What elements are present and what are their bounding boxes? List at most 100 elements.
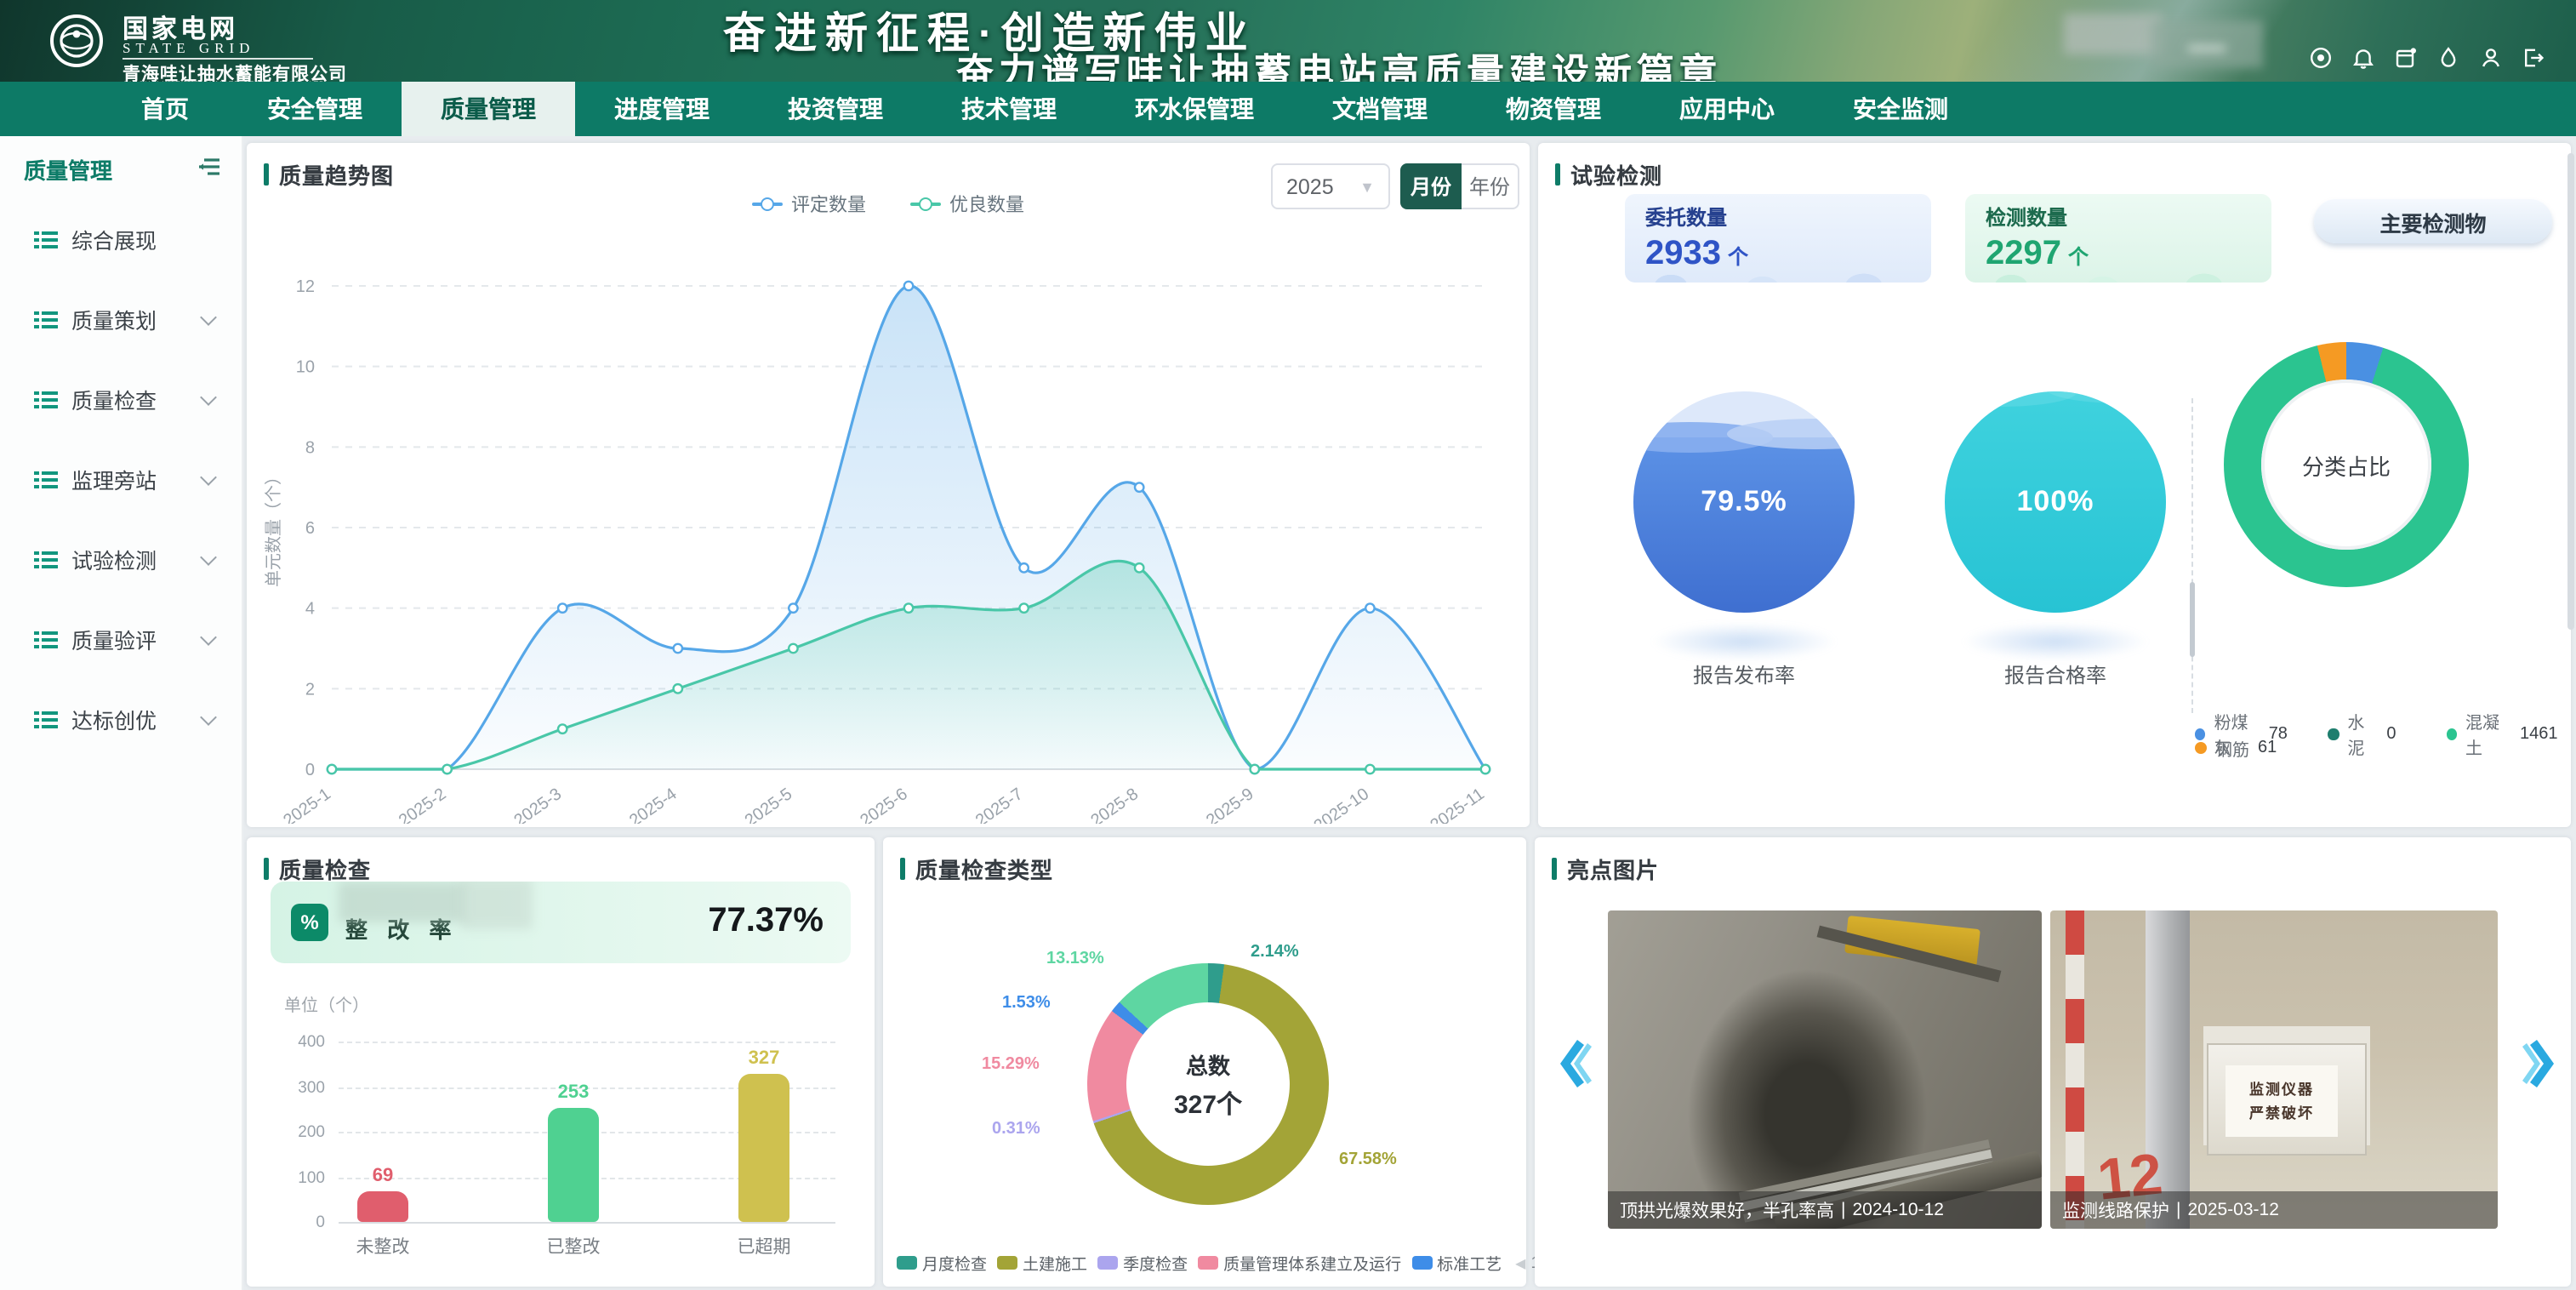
commission-count-card: 委托数量 2933个 [1625,194,1931,283]
legend-label[interactable]: 水泥 [2347,708,2378,759]
tab-progress-mgmt[interactable]: 进度管理 [575,82,749,136]
carousel-prev-button[interactable] [1555,1038,1593,1089]
highlight-photo-monitoring[interactable]: 监测仪器 严禁破坏 12 监测线路保护|2025-03-12 [2050,910,2498,1229]
main-detection-objects-button[interactable]: 主要检测物 [2314,199,2552,243]
blur-patch [339,882,466,922]
svg-text:2025-3: 2025-3 [510,785,565,824]
legend-item[interactable]: 土建施工 [997,1251,1087,1275]
tab-env-water-mgmt[interactable]: 环水保管理 [1096,82,1293,136]
rectification-bar-chart[interactable]: 010020030040069未整改253已整改327已超期 [274,1014,852,1276]
tab-quality-mgmt[interactable]: 质量管理 [402,82,575,136]
svg-text:10: 10 [296,358,315,377]
tab-material-mgmt[interactable]: 物资管理 [1467,82,1640,136]
list-icon [34,709,58,729]
sidebar-item-quality-evaluation[interactable]: 质量验评 [0,599,242,679]
donut-center: 总数 327个 [1087,963,1329,1205]
dashboard-stage: 国家电网 STATE GRID 青海哇让抽水蓄能有限公司 QINGHAI WAR… [0,0,2576,1290]
legend-item[interactable]: 季度检查 [1097,1251,1188,1275]
tab-safety-monitoring[interactable]: 安全监测 [1814,82,1987,136]
legend-dot [2195,742,2207,754]
panel-title: 质量检查类型 [915,853,1053,885]
detection-count-card: 检测数量 2297个 [1965,194,2271,283]
gauge-reflection [1962,623,2149,660]
brand-en: STATE GRID [123,39,254,56]
sidebar-item-label: 试验检测 [71,543,189,575]
legend-item[interactable]: 质量管理体系建立及运行 [1198,1251,1401,1275]
percent-icon: % [291,904,328,941]
sidebar-item-label: 质量策划 [71,303,189,335]
panel-title: 亮点图片 [1567,853,1659,885]
legend-label[interactable]: 混凝土 [2465,708,2511,759]
svg-text:2025-6: 2025-6 [857,785,911,824]
instrument-box: 监测仪器 严禁破坏 [2207,1043,2367,1156]
tab-home[interactable]: 首页 [102,82,228,136]
sidebar-item-quality-inspection[interactable]: 质量检查 [0,359,242,439]
svg-text:2025-2: 2025-2 [396,785,450,824]
panel-title: 试验检测 [1570,158,1662,191]
main-nav: 首页 安全管理 质量管理 进度管理 投资管理 技术管理 环水保管理 文档管理 物… [0,82,2576,136]
highlight-photo-tunnel[interactable]: 顶拱光爆效果好，半孔率高|2024-10-12 [1608,910,2042,1229]
slice-percent-label: 15.29% [982,1055,1040,1074]
svg-text:2025-8: 2025-8 [1087,785,1142,824]
bar-已超期[interactable] [738,1075,789,1222]
chevron-down-icon [200,308,217,325]
bar-已整改[interactable] [548,1108,599,1222]
report-pass-rate-gauge: 100% [1945,391,2166,613]
sidebar-item-quality-planning[interactable]: 质量策划 [0,279,242,359]
title-bar-icon [1555,163,1560,186]
gauge-label: 报告发布率 [1633,660,1855,689]
trend-line-chart[interactable]: 0246810122025-12025-22025-32025-42025-52… [257,225,1519,824]
gauge-value: 100% [1945,391,2166,613]
bell-icon[interactable] [2350,44,2375,70]
tab-document-mgmt[interactable]: 文档管理 [1293,82,1467,136]
carousel-next-button[interactable] [2522,1038,2559,1089]
tab-safety-mgmt[interactable]: 安全管理 [228,82,402,136]
tab-investment-mgmt[interactable]: 投资管理 [749,82,922,136]
slice-percent-label: 0.31% [992,1120,1040,1139]
legend-item-youliang[interactable]: 优良数量 [910,191,1024,218]
tab-technology-mgmt[interactable]: 技术管理 [922,82,1096,136]
sidebar-item-overview[interactable]: 综合展现 [0,199,242,279]
quality-trend-panel: 质量趋势图 2025▼ 月份 年份 评定数量 优良数量 024681012202… [247,143,1530,827]
title-bar-icon [1552,858,1557,880]
inspection-type-panel: 质量检查类型 总数 327个 2.14% 13.13% 1.53% 15.29%… [883,837,1526,1287]
sidebar-item-supervision[interactable]: 监理旁站 [0,439,242,519]
title-bar-icon [900,858,905,880]
slice-percent-label: 2.14% [1251,943,1299,962]
logout-icon[interactable] [2520,44,2545,70]
page-scrollbar[interactable] [2567,153,2574,630]
list-icon [34,549,58,569]
panel-title: 质量检查 [279,853,371,885]
striped-pole [2066,910,2084,1229]
logo-divider [123,58,313,60]
legend-label[interactable]: 钢筋 [2215,735,2249,761]
header-icon-bar [2307,44,2545,70]
legend-item[interactable]: 月度检查 [897,1251,987,1275]
slice-percent-label: 1.53% [1002,994,1051,1013]
svg-text:8: 8 [305,438,315,457]
svg-text:2025-11: 2025-11 [1427,785,1488,824]
svg-text:2025-10: 2025-10 [1311,785,1373,824]
legend-value: 1461 [2520,724,2561,743]
sidebar-item-test-detection[interactable]: 试验检测 [0,519,242,599]
scrollbar-thumb[interactable] [2190,582,2195,657]
bar-未整改[interactable] [357,1190,408,1222]
card-label: 委托数量 [1645,203,1911,231]
username-blur [2151,20,2263,68]
tab-app-center[interactable]: 应用中心 [1640,82,1814,136]
user-icon[interactable] [2477,44,2503,70]
card-label: 检测数量 [1986,203,2251,231]
trend-legend: 评定数量 优良数量 [247,191,1530,218]
calendar-badge-icon[interactable] [2392,44,2418,70]
legend-item[interactable]: 标准工艺 [1411,1251,1502,1275]
sidebar-collapse-icon[interactable] [197,154,221,185]
rate-value: 77.37% [708,902,824,941]
legend-item-pingding[interactable]: 评定数量 [752,191,866,218]
help-circle-icon[interactable] [2307,44,2333,70]
water-drop-icon[interactable] [2435,44,2460,70]
svg-text:2025-1: 2025-1 [280,785,334,824]
legend-label: 优良数量 [949,191,1024,218]
legend-prev-icon[interactable]: ◀ [1515,1255,1525,1270]
sidebar-item-standard-excellence[interactable]: 达标创优 [0,679,242,759]
list-icon [34,629,58,649]
